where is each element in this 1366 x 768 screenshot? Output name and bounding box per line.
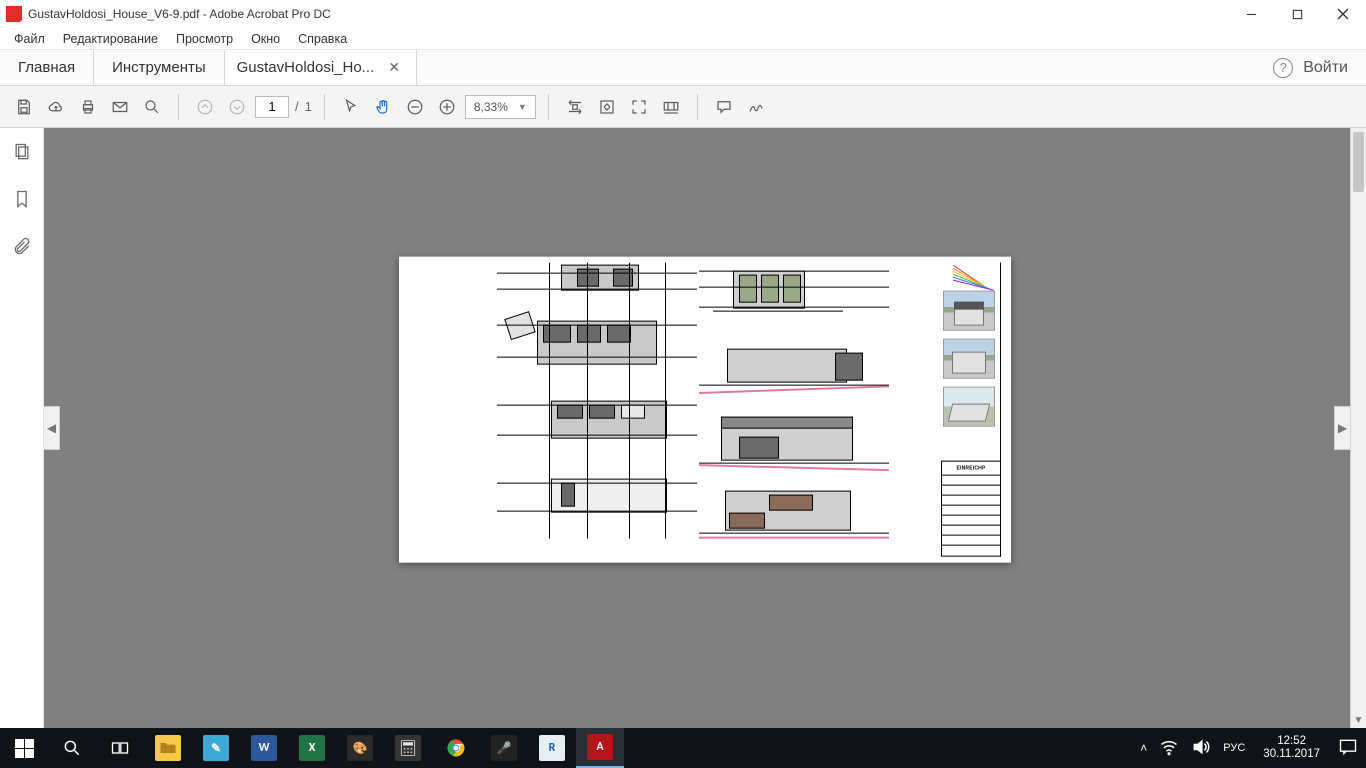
tab-document-label: GustavHoldosi_Ho... — [237, 59, 375, 76]
pane-toggle-right-icon[interactable]: ▶ — [1334, 406, 1350, 450]
save-icon[interactable] — [10, 93, 38, 121]
print-icon[interactable] — [74, 93, 102, 121]
taskbar-revit-icon[interactable]: R — [528, 728, 576, 768]
window-title: GustavHoldosi_House_V6-9.pdf - Adobe Acr… — [28, 7, 331, 21]
taskbar-word-icon[interactable]: W — [240, 728, 288, 768]
page-down-icon[interactable] — [223, 93, 251, 121]
menu-window[interactable]: Окно — [243, 30, 288, 48]
search-icon[interactable] — [138, 93, 166, 121]
tab-document[interactable]: GustavHoldosi_Ho... ✕ — [225, 50, 417, 85]
menubar: Файл Редактирование Просмотр Окно Справк… — [0, 28, 1366, 50]
fit-width-icon[interactable] — [561, 93, 589, 121]
thumbnails-panel-icon[interactable] — [12, 142, 32, 167]
fullscreen-icon[interactable] — [625, 93, 653, 121]
page-total: 1 — [305, 99, 312, 114]
menu-edit[interactable]: Редактирование — [55, 30, 166, 48]
system-tray: ˄ РУС 12:52 30.11.2017 — [1132, 735, 1366, 761]
pdf-page: EINREICHP — [399, 257, 1011, 563]
tray-action-center-icon[interactable] — [1338, 737, 1358, 760]
main-toolbar: / 1 8,33% ▼ — [0, 86, 1366, 128]
titleblock-header: EINREICHP — [942, 462, 1000, 476]
taskbar-notepad-icon[interactable]: ✎ — [192, 728, 240, 768]
zoom-level-label: 8,33% — [474, 100, 508, 114]
view-tabbar: Главная Инструменты GustavHoldosi_Ho... … — [0, 50, 1366, 86]
zoom-level-dropdown[interactable]: 8,33% ▼ — [465, 95, 536, 119]
acrobat-app-icon — [6, 6, 22, 22]
menu-file[interactable]: Файл — [6, 30, 53, 48]
reading-mode-icon[interactable] — [657, 93, 685, 121]
chevron-down-icon: ▼ — [518, 102, 527, 112]
tab-home[interactable]: Главная — [0, 50, 94, 85]
help-icon[interactable]: ? — [1273, 58, 1293, 78]
hand-tool-icon[interactable] — [369, 93, 397, 121]
work-area: ◀ ▶ ▲ ▼ — [0, 128, 1366, 728]
tray-time: 12:52 — [1263, 735, 1320, 748]
page-up-icon[interactable] — [191, 93, 219, 121]
sign-icon[interactable] — [742, 93, 770, 121]
navigation-rail — [0, 128, 44, 728]
window-titlebar: GustavHoldosi_House_V6-9.pdf - Adobe Acr… — [0, 0, 1366, 28]
email-icon[interactable] — [106, 93, 134, 121]
page-number-input[interactable] — [255, 96, 289, 118]
window-minimize-button[interactable] — [1228, 0, 1274, 28]
menu-view[interactable]: Просмотр — [168, 30, 241, 48]
taskbar-chrome-icon[interactable] — [432, 728, 480, 768]
page-separator: / — [295, 99, 299, 114]
task-view-icon[interactable] — [96, 728, 144, 768]
taskbar-excel-icon[interactable]: X — [288, 728, 336, 768]
zoom-out-icon[interactable] — [401, 93, 429, 121]
tab-document-close-icon[interactable]: ✕ — [384, 59, 404, 76]
tray-network-icon[interactable] — [1159, 737, 1179, 760]
attachments-panel-icon[interactable] — [12, 236, 32, 261]
tray-volume-icon[interactable] — [1191, 737, 1211, 760]
tray-overflow-icon[interactable]: ˄ — [1140, 741, 1147, 755]
page-number-box: / 1 — [255, 96, 312, 118]
window-close-button[interactable] — [1320, 0, 1366, 28]
taskbar-calculator-icon[interactable] — [384, 728, 432, 768]
taskbar-paint-icon[interactable]: 🎨 — [336, 728, 384, 768]
tray-language[interactable]: РУС — [1223, 742, 1245, 754]
vertical-scrollbar[interactable]: ▲ ▼ — [1350, 128, 1366, 728]
fit-page-icon[interactable] — [593, 93, 621, 121]
taskbar-search-icon[interactable] — [48, 728, 96, 768]
bookmarks-panel-icon[interactable] — [12, 189, 32, 214]
menu-help[interactable]: Справка — [290, 30, 355, 48]
windows-taskbar: ✎ W X 🎨 🎤 R A ˄ РУС 12:52 30.11.2017 — [0, 728, 1366, 768]
comment-icon[interactable] — [710, 93, 738, 121]
tray-clock[interactable]: 12:52 30.11.2017 — [1257, 735, 1326, 761]
pane-toggle-left-icon[interactable]: ◀ — [44, 406, 60, 450]
window-maximize-button[interactable] — [1274, 0, 1320, 28]
select-tool-icon[interactable] — [337, 93, 365, 121]
scroll-thumb[interactable] — [1353, 132, 1364, 192]
zoom-in-icon[interactable] — [433, 93, 461, 121]
start-button[interactable] — [0, 728, 48, 768]
cloud-icon[interactable] — [42, 93, 70, 121]
tab-tools[interactable]: Инструменты — [94, 50, 225, 85]
login-button[interactable]: Войти — [1303, 59, 1348, 77]
taskbar-acrobat-icon[interactable]: A — [576, 728, 624, 768]
drawing-titleblock: EINREICHP — [941, 461, 1001, 557]
tray-date: 30.11.2017 — [1263, 748, 1320, 761]
scroll-down-icon[interactable]: ▼ — [1351, 712, 1366, 728]
taskbar-mic-icon[interactable]: 🎤 — [480, 728, 528, 768]
document-canvas[interactable]: ◀ ▶ ▲ ▼ — [44, 128, 1366, 728]
taskbar-file-explorer-icon[interactable] — [144, 728, 192, 768]
